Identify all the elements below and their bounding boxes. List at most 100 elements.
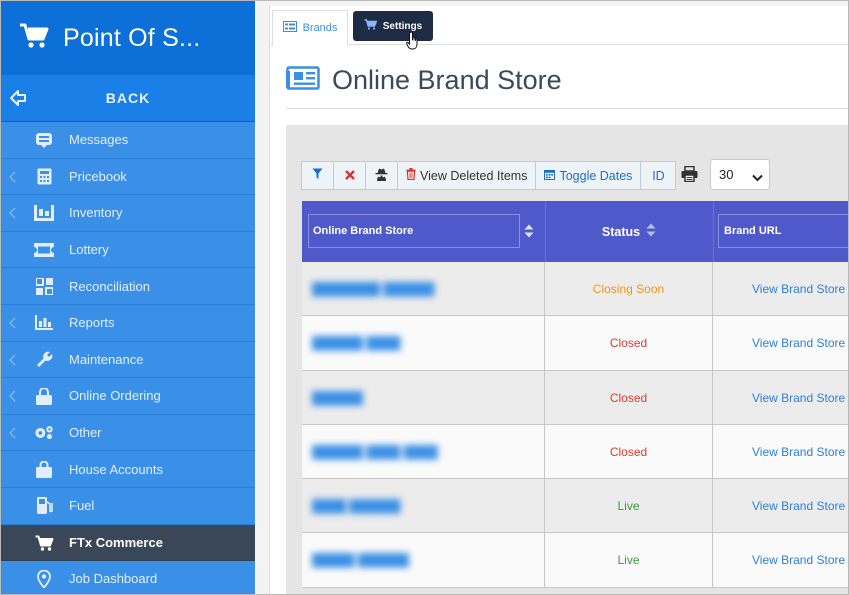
tab-settings-label: Settings bbox=[382, 20, 423, 32]
sidebar-item-fuel[interactable]: Fuel bbox=[1, 487, 255, 525]
cart-icon bbox=[19, 23, 49, 54]
sidebar-item-label: Job Dashboard bbox=[69, 571, 158, 587]
brand-name-cell[interactable]: ████████ ██████ bbox=[302, 262, 545, 316]
filter-icon bbox=[312, 168, 323, 183]
print-icon[interactable] bbox=[681, 165, 698, 187]
sidebar-item-label: Reconciliation bbox=[69, 278, 150, 294]
sidebar-header[interactable]: Point Of S... bbox=[1, 1, 255, 75]
link-text[interactable]: View Brand Store bbox=[752, 445, 845, 459]
filter-button[interactable] bbox=[301, 161, 334, 190]
sidebar-item-label: Other bbox=[69, 425, 102, 441]
status-text: Live bbox=[617, 553, 640, 568]
chevron-left-icon bbox=[8, 316, 17, 334]
back-label: BACK bbox=[105, 90, 151, 106]
fuel-pump-icon bbox=[34, 497, 54, 515]
sidebar-item-inventory[interactable]: Inventory bbox=[1, 195, 255, 232]
back-button[interactable]: BACK bbox=[1, 75, 255, 122]
redacted-text: █████ ██████ bbox=[312, 553, 409, 568]
sidebar-item-pricebook[interactable]: Pricebook bbox=[1, 158, 255, 196]
sidebar-item-house-accounts[interactable]: House Accounts bbox=[1, 451, 255, 488]
app-window: Point Of S... BACK Messages Pricebook In… bbox=[0, 0, 849, 595]
sidebar-item-messages[interactable]: Messages bbox=[1, 122, 255, 159]
link-text[interactable]: View Brand Store bbox=[752, 553, 845, 567]
trash-icon bbox=[406, 168, 416, 183]
map-pin-icon bbox=[34, 570, 54, 589]
id-label: ID bbox=[652, 168, 665, 183]
page-size-value: 30 bbox=[719, 167, 734, 182]
status-cell: Closed bbox=[545, 424, 713, 479]
view-brand-store-link[interactable]: View Brand Store bbox=[713, 479, 848, 533]
table-row: ████ ██████ Live View Brand Store bbox=[302, 479, 848, 534]
wrench-icon bbox=[34, 351, 54, 369]
column-header-status[interactable]: Status bbox=[545, 201, 713, 262]
main-area: Brands Settings Online Brand Store View … bbox=[255, 1, 848, 594]
tab-bar: Brands Settings bbox=[270, 9, 848, 50]
sidebar-item-other[interactable]: Other bbox=[1, 414, 255, 452]
view-deleted-button[interactable]: View Deleted Items bbox=[397, 161, 537, 190]
page-size-select[interactable]: 30 bbox=[710, 159, 770, 190]
view-brand-store-link[interactable]: View Brand Store bbox=[713, 316, 848, 370]
status-cell: Closed bbox=[545, 370, 713, 425]
status-cell: Live bbox=[545, 479, 713, 534]
calendar-icon bbox=[544, 169, 556, 183]
view-brand-store-link[interactable]: View Brand Store bbox=[713, 533, 848, 587]
redacted-text: ██████ ████ bbox=[312, 336, 401, 351]
chevron-left-icon bbox=[8, 353, 17, 371]
grid-icon bbox=[34, 277, 54, 295]
sidebar-item-reports[interactable]: Reports bbox=[1, 304, 255, 342]
chevron-left-icon bbox=[8, 426, 17, 444]
bag-icon bbox=[34, 460, 54, 478]
app-title: Point Of S... bbox=[63, 23, 201, 52]
status-text: Live bbox=[617, 499, 640, 514]
sort-icon bbox=[524, 224, 534, 241]
status-text: Closed bbox=[609, 336, 648, 351]
sidebar-item-label: Lottery bbox=[69, 242, 109, 258]
status-cell: Closed bbox=[545, 316, 713, 371]
sidebar-item-job-dashboard[interactable]: Job Dashboard bbox=[1, 561, 255, 594]
link-text[interactable]: View Brand Store bbox=[752, 391, 845, 405]
list-icon bbox=[282, 19, 297, 37]
table-body: ████████ ██████ Closing Soon View Brand … bbox=[302, 262, 848, 588]
id-button[interactable]: ID bbox=[640, 161, 677, 190]
view-brand-store-link[interactable]: View Brand Store bbox=[713, 425, 848, 479]
sidebar-item-online-ordering[interactable]: Online Ordering bbox=[1, 378, 255, 415]
brand-name-cell[interactable]: ████ ██████ bbox=[302, 479, 545, 534]
incognito-button[interactable] bbox=[365, 161, 398, 190]
link-text[interactable]: View Brand Store bbox=[752, 282, 845, 296]
chevron-left-icon bbox=[8, 389, 17, 407]
cart-icon bbox=[34, 534, 54, 552]
brand-name-cell[interactable]: ██████ bbox=[302, 370, 545, 425]
link-text[interactable]: View Brand Store bbox=[752, 499, 845, 513]
inventory-icon bbox=[34, 204, 54, 222]
brand-name-cell[interactable]: ██████ ████ bbox=[302, 316, 545, 371]
sidebar-item-maintenance[interactable]: Maintenance bbox=[1, 341, 255, 379]
column-header-online-brand-store[interactable]: Online Brand Store bbox=[302, 201, 545, 262]
table-header: Online Brand Store Status Brand URL bbox=[302, 201, 848, 262]
table-row: ██████ Closed View Brand Store bbox=[302, 370, 848, 425]
brand-name-cell[interactable]: █████ ██████ bbox=[302, 533, 545, 588]
content-panel: Brands Settings Online Brand Store View … bbox=[269, 6, 848, 594]
link-text[interactable]: View Brand Store bbox=[752, 336, 845, 350]
tab-brands[interactable]: Brands bbox=[272, 10, 348, 46]
lock-bag-icon bbox=[34, 387, 54, 405]
toggle-dates-button[interactable]: Toggle Dates bbox=[535, 161, 642, 190]
brand-name-cell[interactable]: ██████ ████ ████ bbox=[302, 424, 545, 479]
sidebar-item-ftx-commerce[interactable]: FTx Commerce bbox=[1, 524, 255, 562]
table-row: █████ ██████ Live View Brand Store bbox=[302, 533, 848, 588]
calculator-icon bbox=[34, 168, 54, 186]
redacted-text: ██████ ████ ████ bbox=[312, 444, 438, 459]
status-cell: Closing Soon bbox=[545, 262, 713, 316]
table-toolbar: View Deleted Items Toggle Dates ID bbox=[301, 161, 677, 190]
view-brand-store-link[interactable]: View Brand Store bbox=[713, 262, 848, 316]
view-brand-store-link[interactable]: View Brand Store bbox=[713, 371, 848, 425]
sidebar-item-lottery[interactable]: Lottery bbox=[1, 231, 255, 269]
header-label-box: Online Brand Store bbox=[308, 214, 520, 248]
header-label: Status bbox=[601, 224, 641, 239]
brand-store-table: Online Brand Store Status Brand URL ████… bbox=[302, 201, 848, 588]
column-header-brand-url[interactable]: Brand URL bbox=[713, 201, 848, 262]
sidebar-item-reconciliation[interactable]: Reconciliation bbox=[1, 268, 255, 305]
spy-icon bbox=[375, 168, 388, 184]
clear-filter-button[interactable] bbox=[333, 161, 366, 190]
cart-icon bbox=[364, 17, 378, 35]
status-text: Closed bbox=[609, 444, 648, 459]
